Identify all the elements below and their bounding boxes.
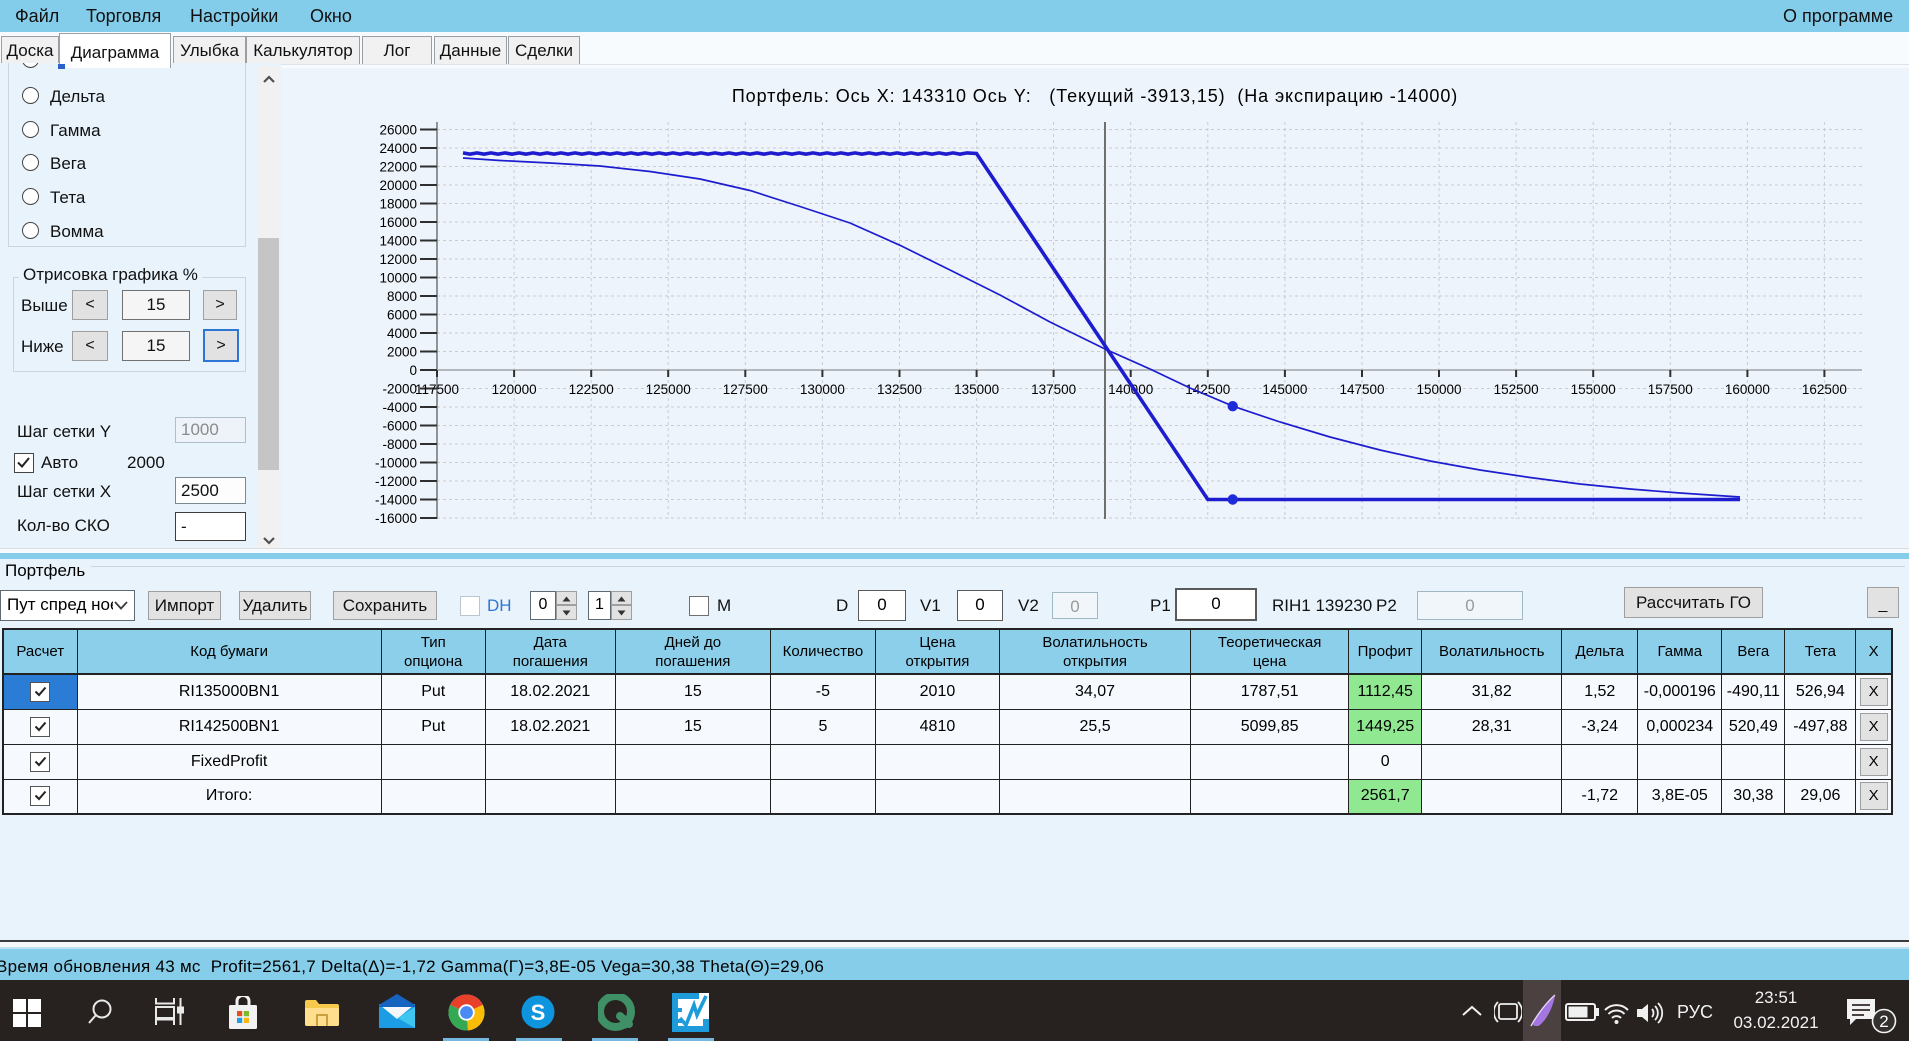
svg-text:2: 2 xyxy=(1879,1012,1888,1031)
svg-text:-10000: -10000 xyxy=(375,456,417,471)
svg-text:0: 0 xyxy=(409,363,417,378)
svg-text:162500: 162500 xyxy=(1802,382,1847,397)
svg-text:4000: 4000 xyxy=(387,326,417,341)
svg-text:20000: 20000 xyxy=(379,178,417,193)
svg-text:24000: 24000 xyxy=(379,141,417,156)
svg-text:Портфель: Ось X: 143310 Ось Y:: Портфель: Ось X: 143310 Ось Y: (Текущий … xyxy=(732,86,1458,106)
svg-text:147500: 147500 xyxy=(1339,382,1384,397)
svg-text:122500: 122500 xyxy=(569,382,614,397)
svg-text:-14000: -14000 xyxy=(375,493,417,508)
svg-text:135000: 135000 xyxy=(954,382,999,397)
svg-text:157500: 157500 xyxy=(1648,382,1693,397)
svg-text:127500: 127500 xyxy=(723,382,768,397)
svg-text:-2000: -2000 xyxy=(382,382,417,397)
svg-text:-16000: -16000 xyxy=(375,511,417,526)
svg-text:-6000: -6000 xyxy=(382,419,417,434)
svg-text:16000: 16000 xyxy=(379,215,417,230)
svg-text:S: S xyxy=(531,1000,546,1025)
svg-text:12000: 12000 xyxy=(379,252,417,267)
svg-text:145000: 145000 xyxy=(1262,382,1307,397)
svg-text:8000: 8000 xyxy=(387,289,417,304)
svg-text:10000: 10000 xyxy=(379,271,417,286)
svg-text:26000: 26000 xyxy=(379,123,417,138)
svg-text:120000: 120000 xyxy=(492,382,537,397)
svg-text:130000: 130000 xyxy=(800,382,845,397)
svg-text:6000: 6000 xyxy=(387,308,417,323)
svg-text:152500: 152500 xyxy=(1494,382,1539,397)
svg-text:22000: 22000 xyxy=(379,160,417,175)
svg-text:150000: 150000 xyxy=(1416,382,1461,397)
svg-text:137500: 137500 xyxy=(1031,382,1076,397)
svg-text:-8000: -8000 xyxy=(382,437,417,452)
svg-text:14000: 14000 xyxy=(379,234,417,249)
svg-text:160000: 160000 xyxy=(1725,382,1770,397)
svg-text:18000: 18000 xyxy=(379,197,417,212)
svg-text:125000: 125000 xyxy=(646,382,691,397)
svg-text:-12000: -12000 xyxy=(375,474,417,489)
svg-text:132500: 132500 xyxy=(877,382,922,397)
svg-text:2000: 2000 xyxy=(387,345,417,360)
svg-text:117500: 117500 xyxy=(415,382,459,397)
svg-text:155000: 155000 xyxy=(1571,382,1616,397)
svg-text:-4000: -4000 xyxy=(382,400,417,415)
